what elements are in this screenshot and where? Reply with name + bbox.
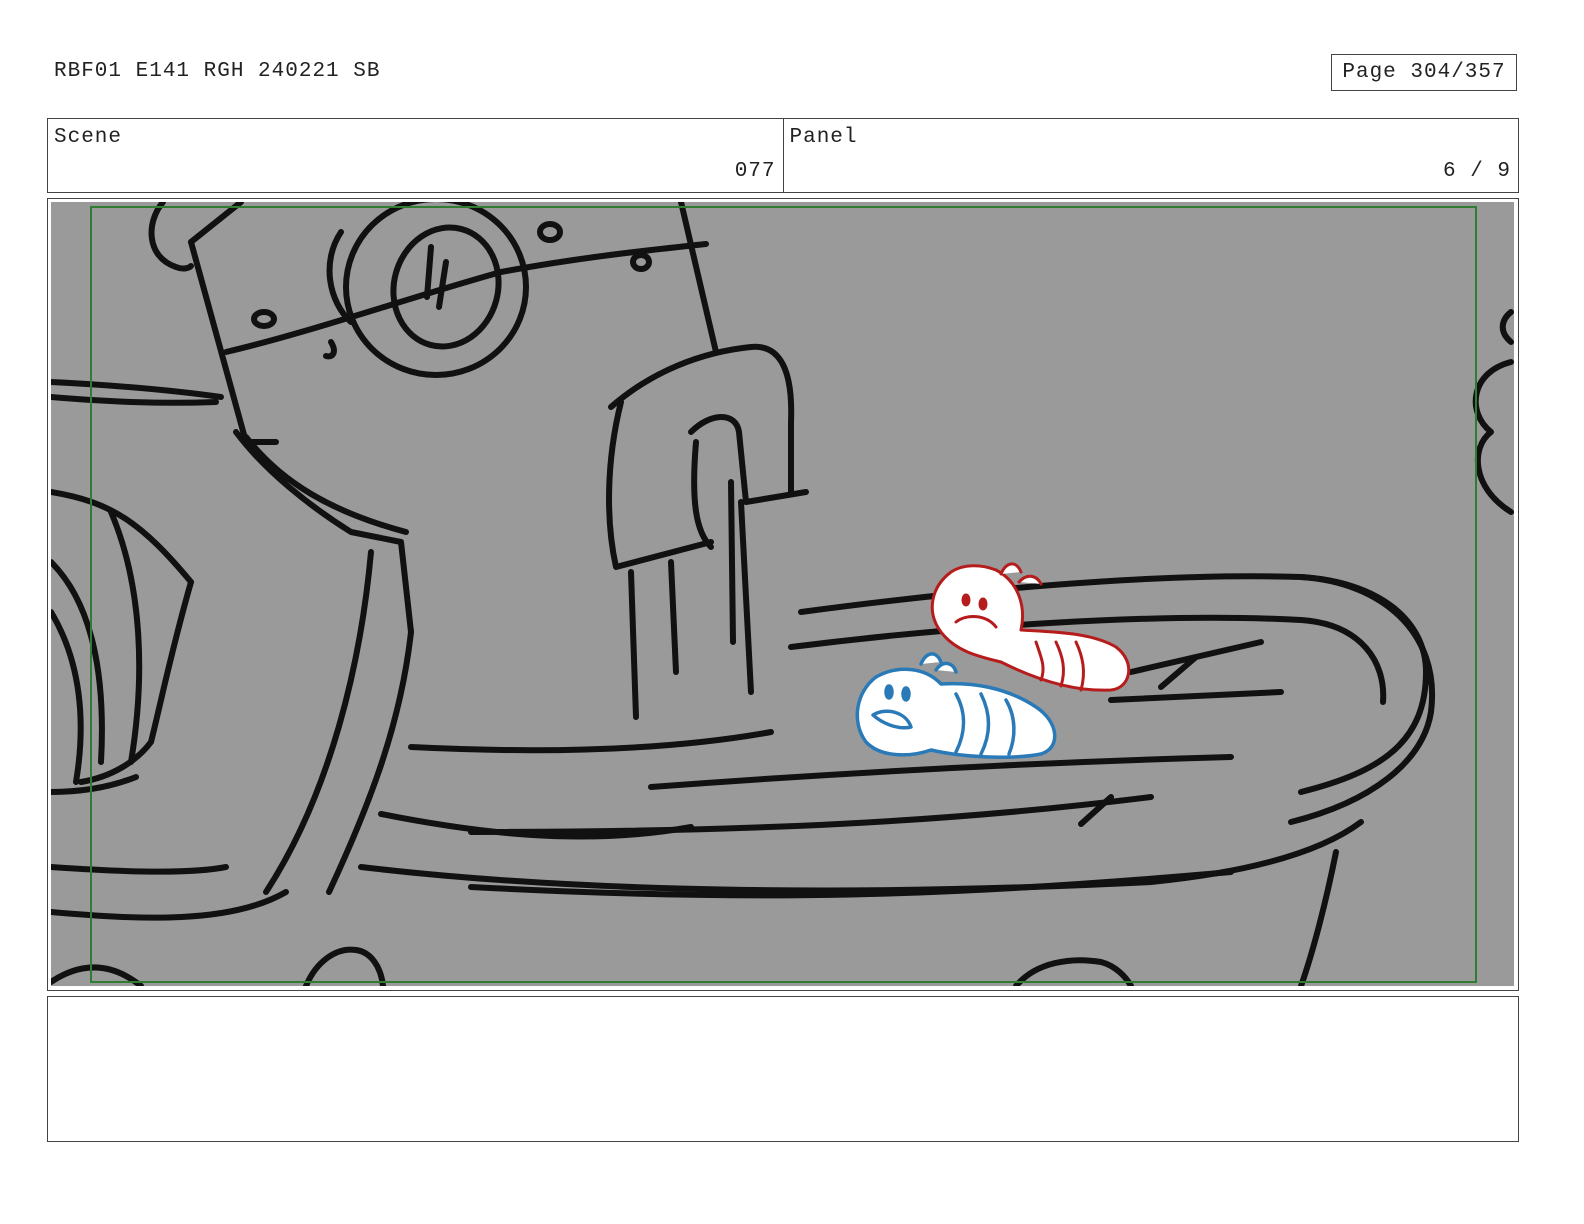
- storyboard-frame: [47, 198, 1519, 991]
- document-title: RBF01 E141 RGH 240221 SB: [54, 60, 381, 83]
- panel-number: 6 / 9: [1442, 160, 1511, 183]
- scene-cell: Scene 077: [48, 119, 783, 192]
- scene-panel-info-row: Scene 077 Panel 6 / 9: [47, 118, 1519, 193]
- frame-background: [51, 202, 1514, 986]
- scene-label: Scene: [54, 126, 123, 149]
- panel-label: Panel: [789, 126, 858, 149]
- storyboard-drawing: [51, 202, 1514, 986]
- notes-box: [47, 996, 1519, 1142]
- panel-cell: Panel 6 / 9: [782, 119, 1519, 192]
- page-number-badge: Page 304/357: [1331, 54, 1517, 91]
- scene-number: 077: [734, 160, 776, 183]
